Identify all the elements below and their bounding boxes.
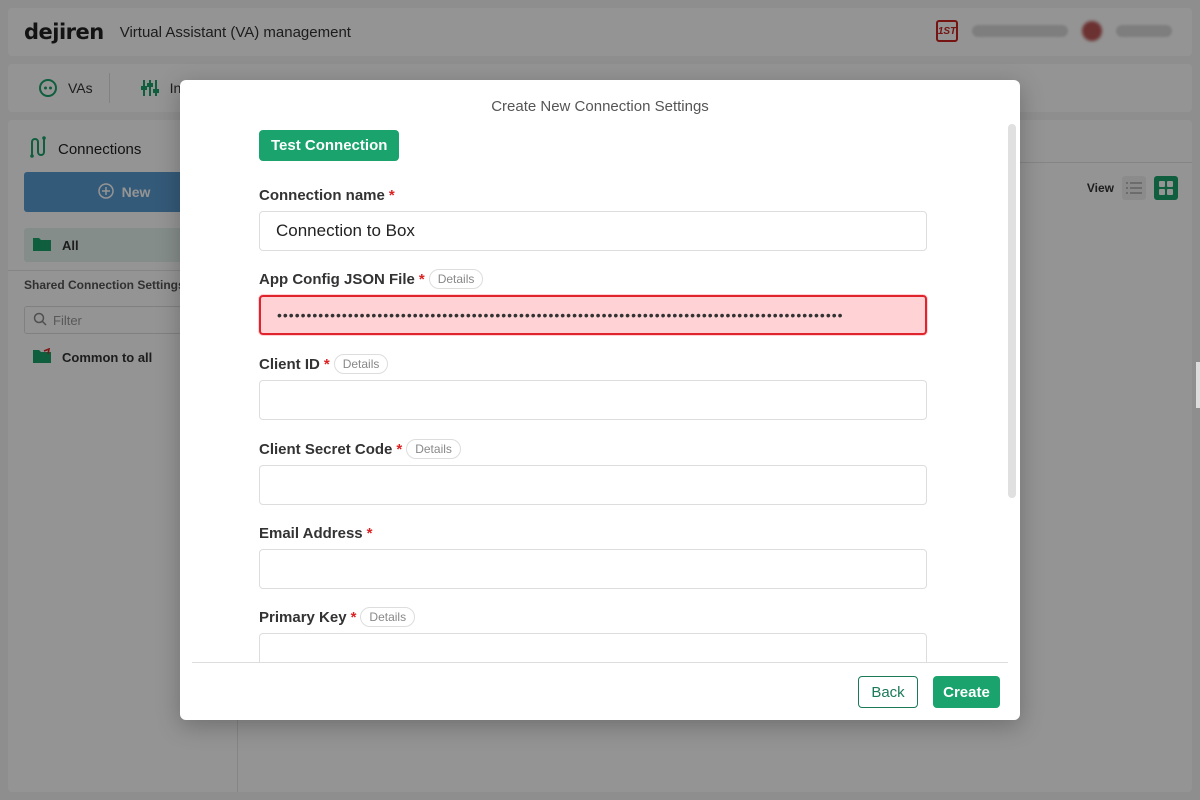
app-config-json-input[interactable]	[259, 295, 927, 335]
connection-name-field: Connection name *	[259, 184, 927, 251]
email-address-input[interactable]	[259, 549, 927, 589]
field-label-text: Email Address	[259, 524, 363, 542]
primary-key-input[interactable]	[259, 633, 927, 662]
test-connection-button[interactable]: Test Connection	[259, 130, 400, 161]
create-connection-dialog: Create New Connection Settings Test Conn…	[180, 80, 1020, 720]
create-button[interactable]: Create	[933, 676, 1000, 708]
required-marker: *	[323, 355, 330, 373]
connection-name-input[interactable]	[259, 211, 927, 251]
required-marker: *	[350, 608, 357, 626]
back-button[interactable]: Back	[858, 676, 918, 708]
required-marker: *	[388, 186, 395, 204]
dialog-title: Create New Connection Settings	[491, 98, 709, 115]
field-label-text: Client ID	[259, 355, 320, 373]
dialog-footer-divider	[192, 662, 1008, 663]
field-label-text: Connection name	[259, 186, 385, 204]
field-label-text: Primary Key	[259, 608, 347, 626]
field-label-text: App Config JSON File	[259, 270, 415, 288]
details-button[interactable]: Details	[406, 439, 461, 459]
client-id-field: Client ID * Details	[259, 353, 927, 420]
details-button[interactable]: Details	[428, 269, 484, 289]
field-label: Email Address *	[259, 522, 927, 544]
required-marker: *	[418, 270, 425, 288]
field-label: Client Secret Code * Details	[259, 438, 927, 460]
field-label: App Config JSON File * Details	[259, 268, 927, 290]
client-secret-input[interactable]	[259, 465, 927, 505]
app-config-json-field: App Config JSON File * Details	[259, 268, 927, 335]
edge-handle	[1196, 362, 1200, 408]
field-label-text: Client Secret Code	[259, 440, 393, 458]
client-id-input[interactable]	[259, 380, 927, 420]
client-secret-field: Client Secret Code * Details	[259, 438, 927, 505]
primary-key-field: Primary Key * Details	[259, 606, 927, 662]
dialog-scrollbar[interactable]	[1008, 124, 1016, 498]
email-address-field: Email Address *	[259, 522, 927, 589]
field-label: Primary Key * Details	[259, 606, 927, 628]
field-label: Client ID * Details	[259, 353, 927, 375]
dialog-body: Test Connection Connection name * App Co…	[180, 124, 1008, 662]
field-label: Connection name *	[259, 184, 927, 206]
details-button[interactable]: Details	[333, 354, 389, 374]
required-marker: *	[366, 524, 373, 542]
details-button[interactable]: Details	[360, 607, 416, 627]
required-marker: *	[396, 440, 403, 458]
